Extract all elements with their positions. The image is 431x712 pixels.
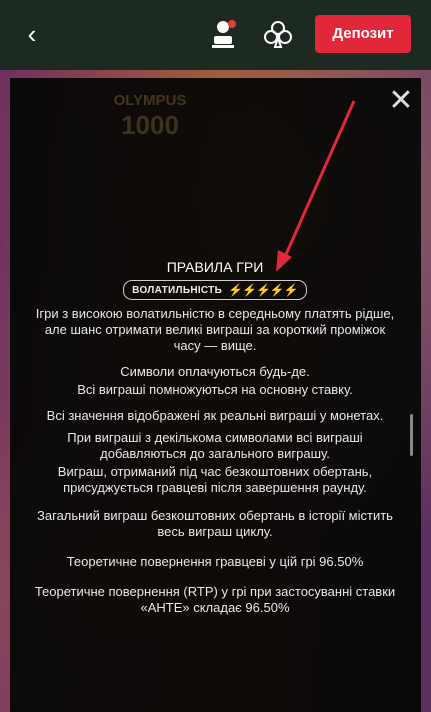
rules-content: ПРАВИЛА ГРИ ВОЛАТИЛЬНІСТЬ ⚡⚡⚡⚡⚡ Ігри з в… bbox=[30, 258, 400, 616]
rules-title: ПРАВИЛА ГРИ bbox=[166, 259, 264, 275]
rules-paragraph: Виграш, отриманий під час безкоштовних о… bbox=[57, 464, 373, 495]
rules-paragraph: Теоретичне повернення (RTP) у грі при за… bbox=[34, 584, 396, 615]
game-logo-faint: OLYMPUS bbox=[113, 92, 187, 109]
notification-dot bbox=[228, 20, 236, 28]
rules-paragraph: Загальний виграш безкоштовних обертань в… bbox=[37, 508, 393, 539]
games-button[interactable] bbox=[262, 18, 294, 50]
close-icon: ✕ bbox=[388, 84, 414, 117]
profile-button[interactable] bbox=[208, 18, 238, 50]
lightning-icon: ⚡⚡⚡⚡⚡ bbox=[228, 283, 299, 297]
chevron-left-icon: ‹ bbox=[27, 19, 37, 49]
rules-paragraph: Теоретичне повернення гравцеві у цій грі… bbox=[66, 554, 364, 569]
volatility-label: ВОЛАТИЛЬНІСТЬ bbox=[132, 284, 223, 296]
deposit-button[interactable]: Депозит bbox=[315, 15, 411, 53]
game-logo-number-faint: 1000 bbox=[121, 110, 179, 140]
scrollbar[interactable] bbox=[410, 414, 413, 456]
rules-paragraph: Всі виграші помножуються на основну став… bbox=[77, 382, 353, 397]
rules-paragraph: Ігри з високою волатильністю в середньом… bbox=[35, 306, 395, 353]
volatility-badge: ВОЛАТИЛЬНІСТЬ ⚡⚡⚡⚡⚡ bbox=[123, 280, 307, 300]
rules-paragraph: При виграші з декількома символами всі в… bbox=[67, 430, 363, 461]
top-bar: ‹ Депозит bbox=[0, 0, 431, 70]
rules-paragraph: Всі значення відображені як реальні вигр… bbox=[46, 408, 384, 423]
rules-paragraph: Символи оплачуються будь-де. bbox=[120, 364, 310, 379]
close-button[interactable]: ✕ bbox=[384, 84, 418, 118]
back-button[interactable]: ‹ bbox=[18, 18, 46, 50]
club-icon bbox=[264, 21, 292, 48]
